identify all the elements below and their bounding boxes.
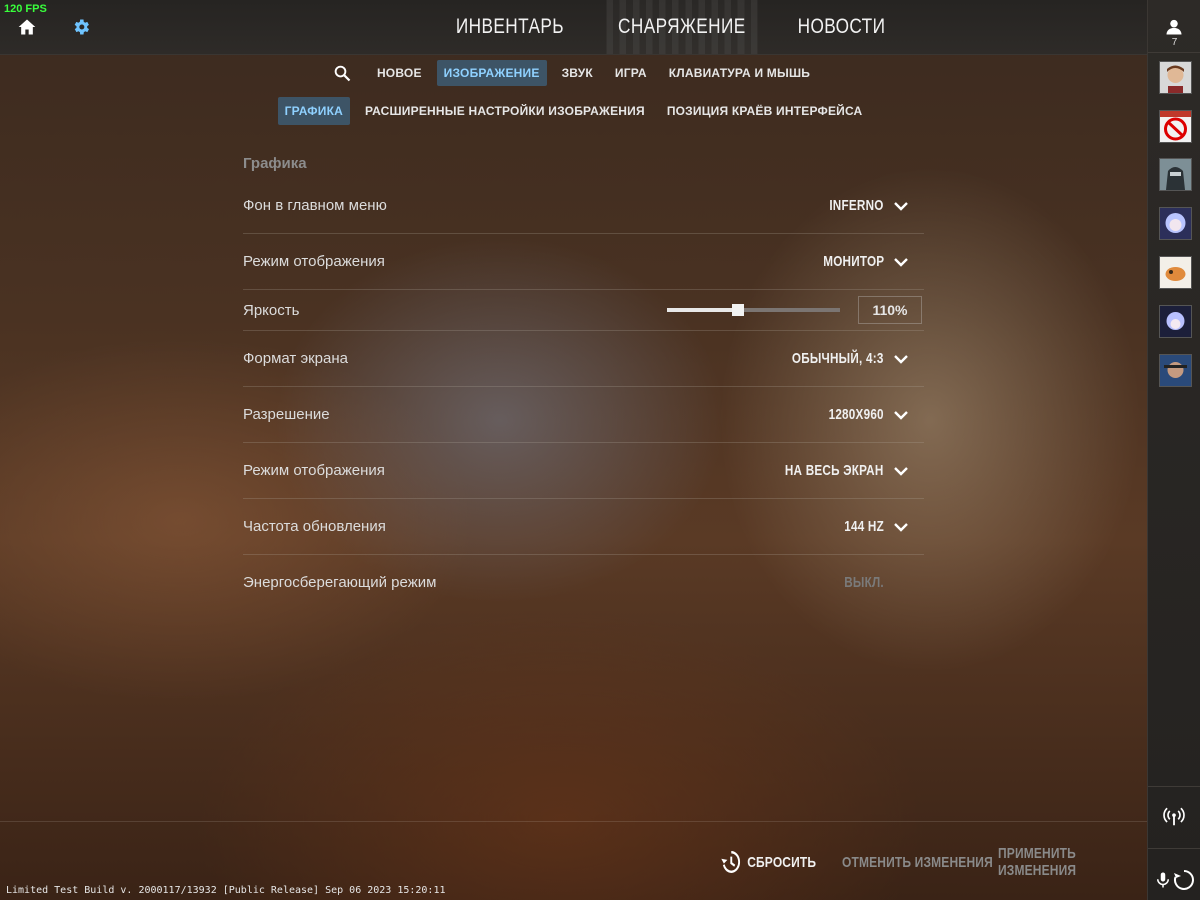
cancel-changes-button[interactable]: ОТМЕНИТЬ ИЗМЕНЕНИЯ: [842, 846, 993, 878]
broadcast-icon[interactable]: [1160, 803, 1188, 831]
search-icon[interactable]: [330, 61, 354, 85]
friend-avatar[interactable]: [1159, 207, 1192, 240]
setting-brightness: Яркость 110%: [243, 290, 924, 331]
brightness-value-input[interactable]: 110%: [858, 296, 922, 324]
setting-display-mode: Режим отображения МОНИТОР: [243, 234, 924, 290]
sidebar-divider: [1148, 848, 1200, 849]
sidebar-divider: [1148, 52, 1200, 53]
friends-sidebar: 7: [1147, 0, 1200, 900]
setting-refresh-rate: Частота обновления 144 HZ: [243, 499, 924, 555]
fps-counter: 120 FPS: [4, 3, 47, 15]
setting-label: Частота обновления: [243, 518, 386, 535]
tab-audio[interactable]: ЗВУК: [555, 60, 600, 86]
home-icon[interactable]: [14, 14, 40, 40]
tab-new[interactable]: НОВОЕ: [370, 60, 429, 86]
nav-inventory[interactable]: ИНВЕНТАРЬ: [444, 0, 575, 54]
brightness-slider[interactable]: [667, 304, 840, 316]
reset-button-label: СБРОСИТЬ: [747, 853, 817, 871]
footer-actions: СБРОСИТЬ ОТМЕНИТЬ ИЗМЕНЕНИЯ ПРИМЕНИТЬ ИЗ…: [0, 845, 1147, 879]
setting-label: Режим отображения: [243, 253, 385, 270]
sidebar-divider: [1148, 786, 1200, 787]
graphics-settings-panel: Графика Фон в главном меню INFERNO Режим…: [243, 150, 924, 610]
nav-loadout[interactable]: СНАРЯЖЕНИЕ: [606, 0, 758, 54]
friend-avatar[interactable]: [1159, 61, 1192, 94]
friend-avatar[interactable]: [1159, 354, 1192, 387]
subtab-graphics[interactable]: ГРАФИКА: [277, 97, 350, 125]
chevron-down-icon[interactable]: [893, 254, 909, 270]
chevron-down-icon[interactable]: [893, 198, 909, 214]
chevron-down-icon[interactable]: [893, 463, 909, 479]
subtab-hud-edge-position[interactable]: ПОЗИЦИЯ КРАЁВ ИНТЕРФЕЙСА: [660, 97, 870, 125]
setting-label: Режим отображения: [243, 462, 385, 479]
setting-label: Формат экрана: [243, 350, 348, 367]
chevron-down-icon[interactable]: [893, 351, 909, 367]
nav-news[interactable]: НОВОСТИ: [786, 0, 897, 54]
friends-count: 7: [1171, 37, 1178, 48]
setting-menu-background: Фон в главном меню INFERNO: [243, 178, 924, 234]
setting-label: Разрешение: [243, 406, 330, 423]
menu-background-dropdown[interactable]: INFERNO: [830, 197, 884, 214]
setting-label: Яркость: [243, 301, 300, 319]
brightness-slider-fill: [667, 308, 738, 312]
brightness-slider-handle[interactable]: [731, 304, 744, 316]
friend-avatar[interactable]: [1159, 305, 1192, 338]
tab-video[interactable]: ИЗОБРАЖЕНИЕ: [436, 60, 547, 86]
settings-tabs: НОВОЕ ИЗОБРАЖЕНИЕ ЗВУК ИГРА КЛАВИАТУРА И…: [0, 60, 1147, 86]
top-bar: ИНВЕНТАРЬ СНАРЯЖЕНИЕ НОВОСТИ: [0, 0, 1147, 55]
settings-gear-icon[interactable]: [68, 14, 94, 40]
main-nav: ИНВЕНТАРЬ СНАРЯЖЕНИЕ НОВОСТИ: [430, 0, 909, 54]
history-icon: [721, 851, 741, 873]
friend-avatar[interactable]: [1159, 110, 1192, 143]
tab-game[interactable]: ИГРА: [608, 60, 654, 86]
tab-keyboard-mouse[interactable]: КЛАВИАТУРА И МЫШЬ: [662, 60, 817, 86]
footer-divider: [0, 821, 1147, 822]
refresh-rate-dropdown[interactable]: 144 HZ: [844, 518, 884, 535]
chevron-down-icon[interactable]: [893, 519, 909, 535]
apply-changes-button[interactable]: ПРИМЕНИТЬ ИЗМЕНЕНИЯ: [998, 845, 1117, 879]
resolution-dropdown[interactable]: 1280X960: [829, 406, 884, 423]
chevron-down-icon[interactable]: [893, 407, 909, 423]
aspect-ratio-dropdown[interactable]: ОБЫЧНЫЙ, 4:3: [792, 350, 884, 367]
display-mode-dropdown[interactable]: МОНИТОР: [823, 253, 884, 270]
window-mode-dropdown[interactable]: НА ВЕСЬ ЭКРАН: [785, 462, 884, 479]
section-title: Графика: [243, 155, 307, 172]
subtab-advanced-video[interactable]: РАСШИРЕННЫЕ НАСТРОЙКИ ИЗОБРАЖЕНИЯ: [358, 97, 652, 125]
reset-button[interactable]: СБРОСИТЬ: [720, 846, 816, 878]
setting-resolution: Разрешение 1280X960: [243, 387, 924, 443]
friend-avatar[interactable]: [1159, 256, 1192, 289]
setting-aspect-ratio: Формат экрана ОБЫЧНЫЙ, 4:3: [243, 331, 924, 387]
friend-avatar[interactable]: [1159, 158, 1192, 191]
setting-label: Энергосберегающий режим: [243, 574, 437, 591]
setting-label: Фон в главном меню: [243, 197, 387, 214]
build-info: Limited Test Build v. 2000117/13932 [Pub…: [6, 885, 446, 896]
refresh-icon[interactable]: [1170, 866, 1198, 894]
power-saving-value: ВЫКЛ.: [844, 574, 884, 591]
video-subtabs: ГРАФИКА РАСШИРЕННЫЕ НАСТРОЙКИ ИЗОБРАЖЕНИ…: [0, 97, 1147, 125]
setting-power-saving: Энергосберегающий режим ВЫКЛ.: [243, 555, 924, 610]
setting-window-mode: Режим отображения НА ВЕСЬ ЭКРАН: [243, 443, 924, 499]
